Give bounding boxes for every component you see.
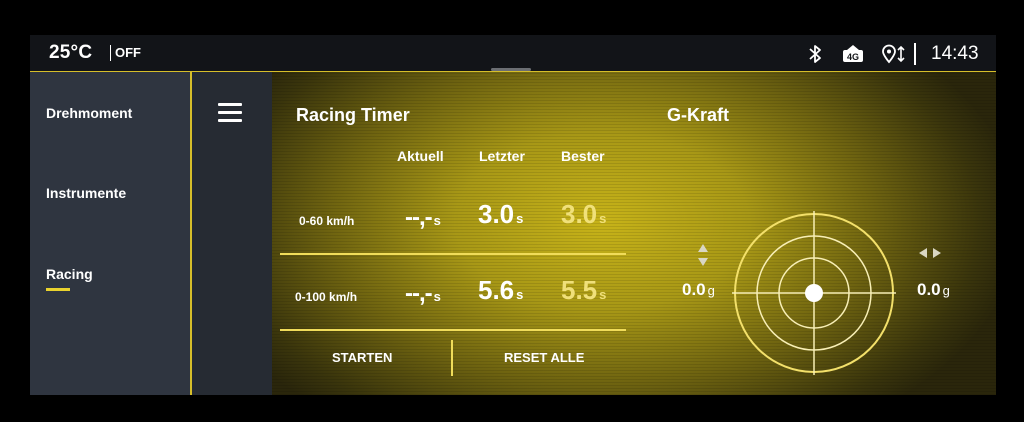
- screen: 25°C OFF 4G 14:43 Drehmoment Instrumente…: [30, 35, 996, 395]
- navigation-icon: [882, 44, 905, 64]
- longitudinal-arrows-icon: [698, 244, 708, 266]
- column-header-last: Letzter: [479, 148, 525, 164]
- g-force-title: G-Kraft: [667, 105, 729, 125]
- sidebar-item-drehmoment[interactable]: Drehmoment: [46, 105, 132, 121]
- status-divider: [914, 43, 916, 65]
- column-header-best: Bester: [561, 148, 605, 164]
- row-divider: [280, 253, 626, 255]
- longitudinal-g-value: 0.0 g: [682, 280, 715, 299]
- racing-panel: Racing Timer G-Kraft Aktuell Letzter Bes…: [272, 72, 996, 395]
- menu-column: [190, 72, 272, 395]
- temperature-readout[interactable]: 25°C: [49, 42, 92, 64]
- bluetooth-icon: [809, 45, 821, 63]
- drag-handle[interactable]: [491, 68, 531, 71]
- sidebar-item-instrumente[interactable]: Instrumente: [46, 185, 126, 201]
- column-header-current: Aktuell: [397, 148, 444, 164]
- last-0-100: 5.6 s: [478, 275, 524, 305]
- reset-all-button[interactable]: RESET ALLE: [504, 350, 584, 365]
- start-button[interactable]: STARTEN: [332, 350, 392, 365]
- current-0-60: --,- s: [405, 204, 441, 231]
- row-label-0-100: 0-100 km/h: [295, 290, 358, 304]
- active-indicator: [46, 288, 70, 291]
- sidebar: Drehmoment Instrumente Racing: [30, 72, 190, 395]
- ac-status[interactable]: OFF: [110, 45, 141, 61]
- current-0-100: --,- s: [405, 280, 441, 307]
- best-0-100: 5.5 s: [561, 275, 607, 305]
- svg-text:4G: 4G: [847, 52, 859, 62]
- row-label-0-60: 0-60 km/h: [299, 214, 355, 228]
- lateral-g-value: 0.0 g: [917, 280, 950, 299]
- hamburger-menu-icon[interactable]: [218, 103, 242, 123]
- status-bar: 25°C OFF 4G 14:43: [30, 35, 996, 72]
- lateral-arrows-icon: [919, 248, 941, 258]
- sidebar-item-racing[interactable]: Racing: [46, 266, 93, 282]
- lte-4g-icon: 4G: [843, 45, 863, 62]
- clock: 14:43: [931, 43, 979, 64]
- g-force-gauge: [732, 211, 896, 375]
- racing-timer-title: Racing Timer: [296, 105, 410, 125]
- row-divider: [280, 329, 626, 331]
- best-0-60: 3.0 s: [561, 199, 607, 229]
- button-divider: [451, 340, 453, 376]
- last-0-60: 3.0 s: [478, 199, 524, 229]
